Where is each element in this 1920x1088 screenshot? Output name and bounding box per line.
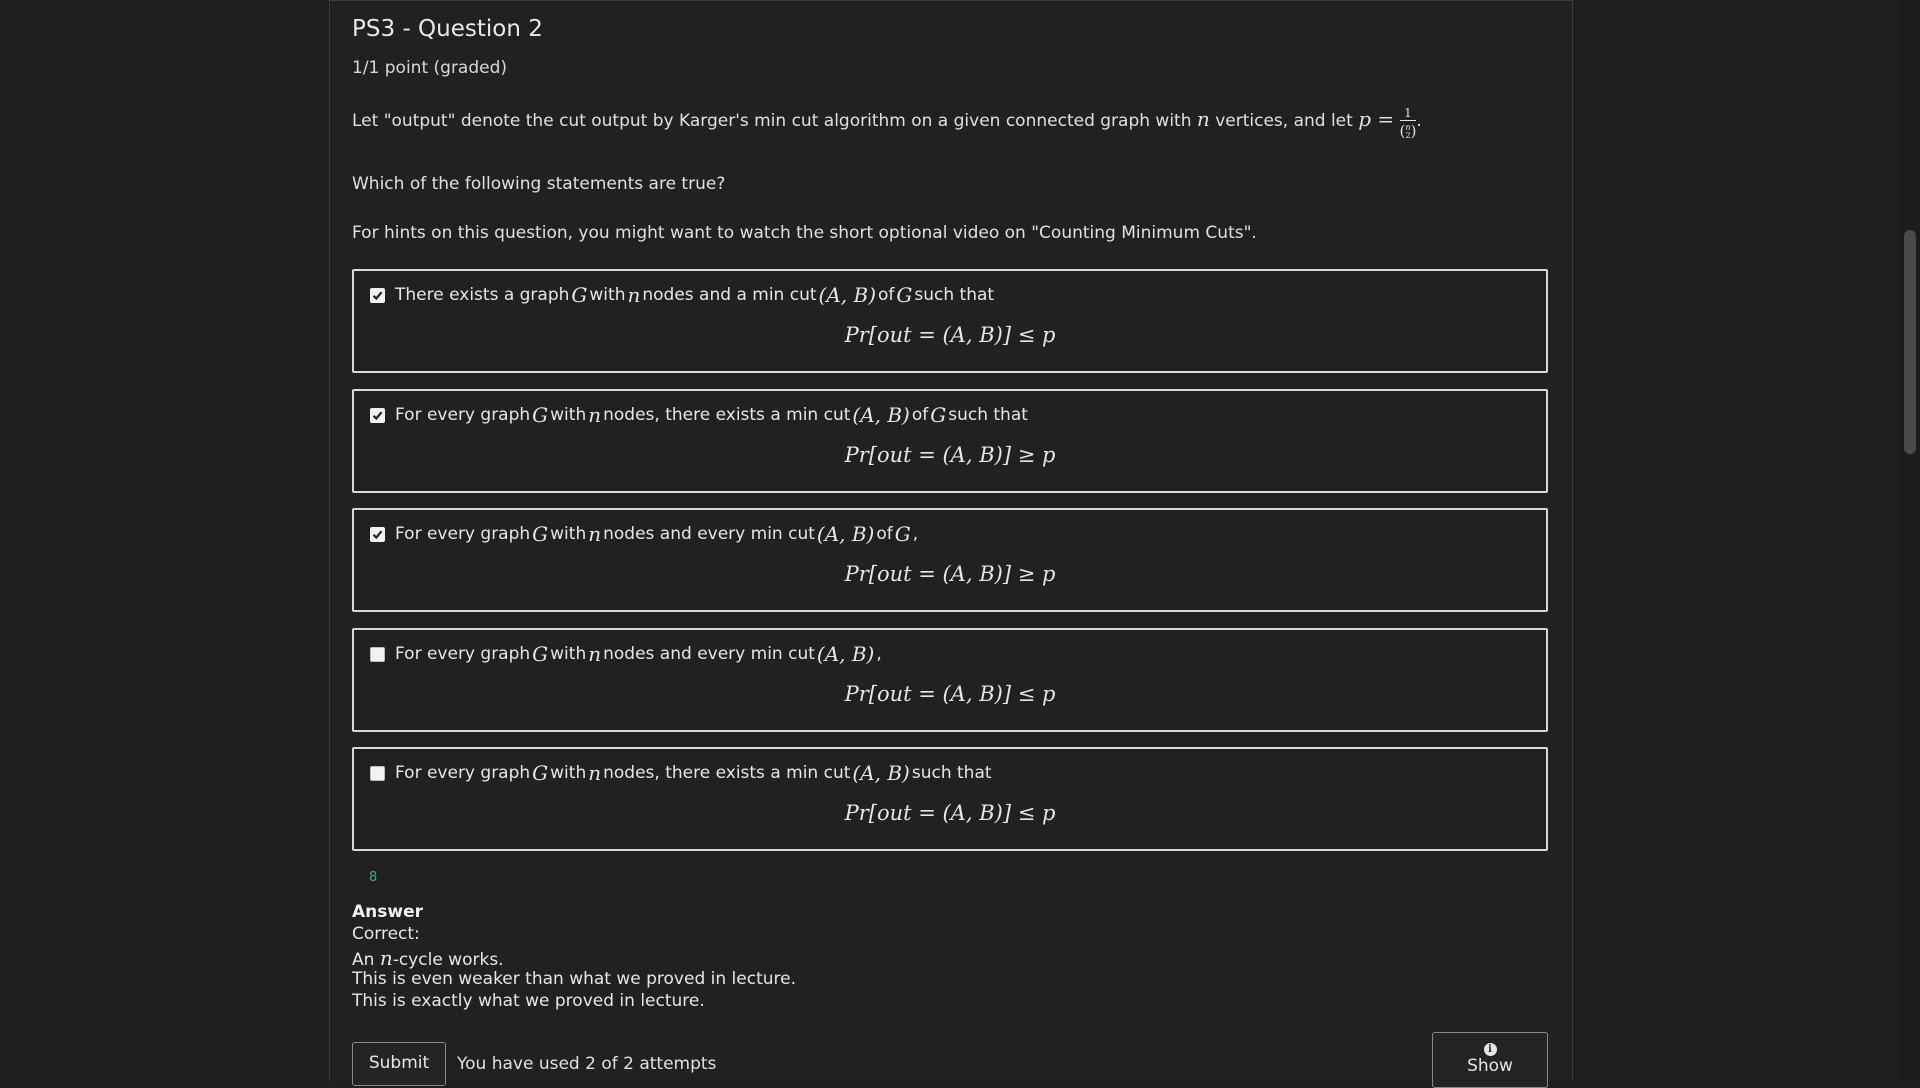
submit-button[interactable]: Submit bbox=[352, 1042, 446, 1086]
answer-heading: Answer bbox=[352, 902, 423, 922]
option-formula: Pr[out = (A, B)] ≥ p bbox=[844, 443, 1056, 467]
info-icon: i bbox=[1483, 1043, 1497, 1056]
option-checkbox[interactable] bbox=[370, 526, 385, 542]
answer-line-exact: This is exactly what we proved in lectur… bbox=[352, 991, 705, 1011]
answer-option[interactable]: For every graph G with n nodes and every… bbox=[352, 508, 1548, 612]
problem-points: 1/1 point (graded) bbox=[352, 58, 508, 78]
option-label[interactable]: There exists a graph G with n nodes and … bbox=[370, 283, 994, 307]
problem-question: Which of the following statements are tr… bbox=[352, 174, 726, 194]
option-checkbox[interactable] bbox=[370, 765, 385, 781]
option-label[interactable]: For every graph G with n nodes, there ex… bbox=[370, 761, 992, 785]
checkmark-icon bbox=[372, 290, 383, 300]
answer-option[interactable]: For every graph G with n nodes, there ex… bbox=[352, 747, 1548, 851]
option-label[interactable]: For every graph G with n nodes and every… bbox=[370, 522, 918, 546]
answer-line-weaker: This is even weaker than what we proved … bbox=[352, 969, 796, 989]
option-checkbox[interactable] bbox=[370, 287, 385, 303]
answer-option[interactable]: There exists a graph G with n nodes and … bbox=[352, 269, 1548, 373]
attempts-text: You have used 2 of 2 attempts bbox=[457, 1054, 717, 1074]
problem-panel: PS3 - Question 2 1/1 point (graded) Let … bbox=[329, 0, 1573, 1088]
option-label[interactable]: For every graph G with n nodes and every… bbox=[370, 642, 882, 666]
option-formula: Pr[out = (A, B)] ≤ p bbox=[844, 682, 1056, 706]
problem-title: PS3 - Question 2 bbox=[352, 16, 543, 42]
option-formula: Pr[out = (A, B)] ≥ p bbox=[844, 562, 1056, 586]
option-checkbox[interactable] bbox=[370, 646, 385, 662]
answer-line-cycle: An n-cycle works. bbox=[352, 946, 504, 970]
option-formula: Pr[out = (A, B)] ≤ p bbox=[844, 323, 1056, 347]
scrollbar-track[interactable] bbox=[1900, 0, 1920, 1080]
problem-intro: Let "output" denote the cut output by Ka… bbox=[352, 106, 1422, 141]
p-fraction: 1 (n 2) bbox=[1399, 106, 1417, 140]
option-formula: Pr[out = (A, B)] ≤ p bbox=[844, 801, 1056, 825]
checkmark-icon bbox=[372, 529, 383, 539]
scrollbar-thumb[interactable] bbox=[1904, 230, 1916, 454]
answer-correct-label: Correct: bbox=[352, 924, 420, 944]
option-checkbox[interactable] bbox=[370, 407, 385, 423]
answer-option[interactable]: For every graph G with n nodes, there ex… bbox=[352, 389, 1548, 493]
answer-option[interactable]: For every graph G with n nodes and every… bbox=[352, 628, 1548, 732]
status-number: 8 bbox=[369, 870, 378, 885]
problem-hint: For hints on this question, you might wa… bbox=[352, 223, 1257, 243]
checkmark-icon bbox=[372, 410, 383, 420]
option-label[interactable]: For every graph G with n nodes, there ex… bbox=[370, 403, 1028, 427]
